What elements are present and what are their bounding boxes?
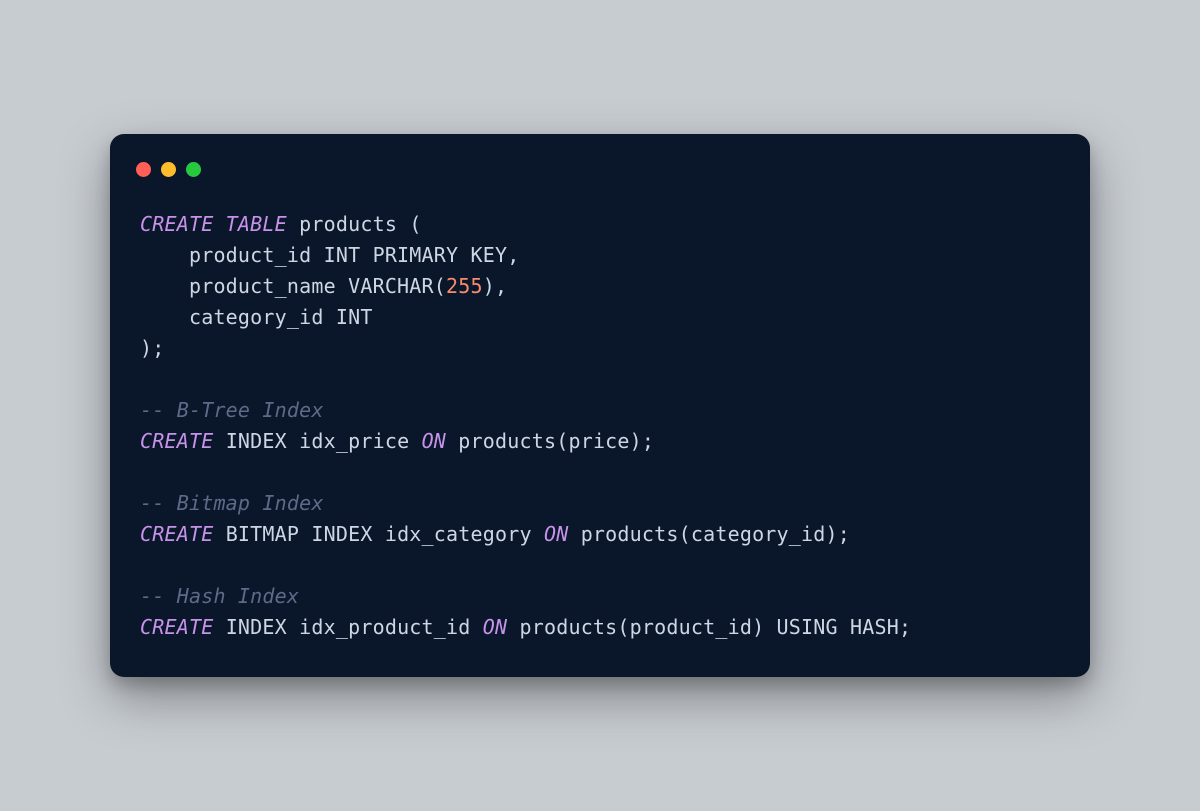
code-line: -- Hash Index	[140, 581, 1060, 612]
code-line: CREATE INDEX idx_product_id ON products(…	[140, 612, 1060, 643]
code-token-kw: CREATE TABLE	[140, 212, 287, 236]
code-token-kw: CREATE	[140, 429, 213, 453]
code-token-kw: ON	[483, 615, 507, 639]
code-line: product_id INT PRIMARY KEY,	[140, 240, 1060, 271]
close-icon[interactable]	[136, 162, 151, 177]
code-token-ident: products(price);	[446, 429, 654, 453]
code-token-ident: product_id INT PRIMARY KEY,	[140, 243, 519, 267]
maximize-icon[interactable]	[186, 162, 201, 177]
code-token-num: 255	[446, 274, 483, 298]
code-token-comment: -- B-Tree Index	[140, 398, 324, 422]
window-titlebar	[110, 158, 1090, 201]
code-token-kw: ON	[422, 429, 446, 453]
code-token-comment: -- Bitmap Index	[140, 491, 324, 515]
code-line: CREATE BITMAP INDEX idx_category ON prod…	[140, 519, 1060, 550]
code-token-kw: ON	[544, 522, 568, 546]
code-token-ident: products(category_id);	[568, 522, 850, 546]
code-block: CREATE TABLE products ( product_id INT P…	[110, 201, 1090, 643]
code-line: category_id INT	[140, 302, 1060, 333]
code-token-ident: ),	[483, 274, 507, 298]
code-line: );	[140, 333, 1060, 364]
code-token-ident: INDEX idx_price	[213, 429, 421, 453]
code-token-ident: product_name VARCHAR(	[140, 274, 446, 298]
code-line	[140, 364, 1060, 395]
code-line: -- B-Tree Index	[140, 395, 1060, 426]
code-token-ident: BITMAP INDEX idx_category	[213, 522, 544, 546]
code-window: CREATE TABLE products ( product_id INT P…	[110, 134, 1090, 677]
code-token-ident: products(product_id) USING HASH;	[507, 615, 911, 639]
code-line: CREATE INDEX idx_price ON products(price…	[140, 426, 1060, 457]
code-line	[140, 457, 1060, 488]
code-token-ident: category_id INT	[140, 305, 373, 329]
code-token-kw: CREATE	[140, 615, 213, 639]
code-line: product_name VARCHAR(255),	[140, 271, 1060, 302]
code-token-comment: -- Hash Index	[140, 584, 299, 608]
code-token-kw: CREATE	[140, 522, 213, 546]
code-token-ident: );	[140, 336, 164, 360]
code-token-ident: INDEX idx_product_id	[213, 615, 482, 639]
code-line	[140, 550, 1060, 581]
code-line: -- Bitmap Index	[140, 488, 1060, 519]
code-line: CREATE TABLE products (	[140, 209, 1060, 240]
code-token-ident: products (	[287, 212, 422, 236]
minimize-icon[interactable]	[161, 162, 176, 177]
